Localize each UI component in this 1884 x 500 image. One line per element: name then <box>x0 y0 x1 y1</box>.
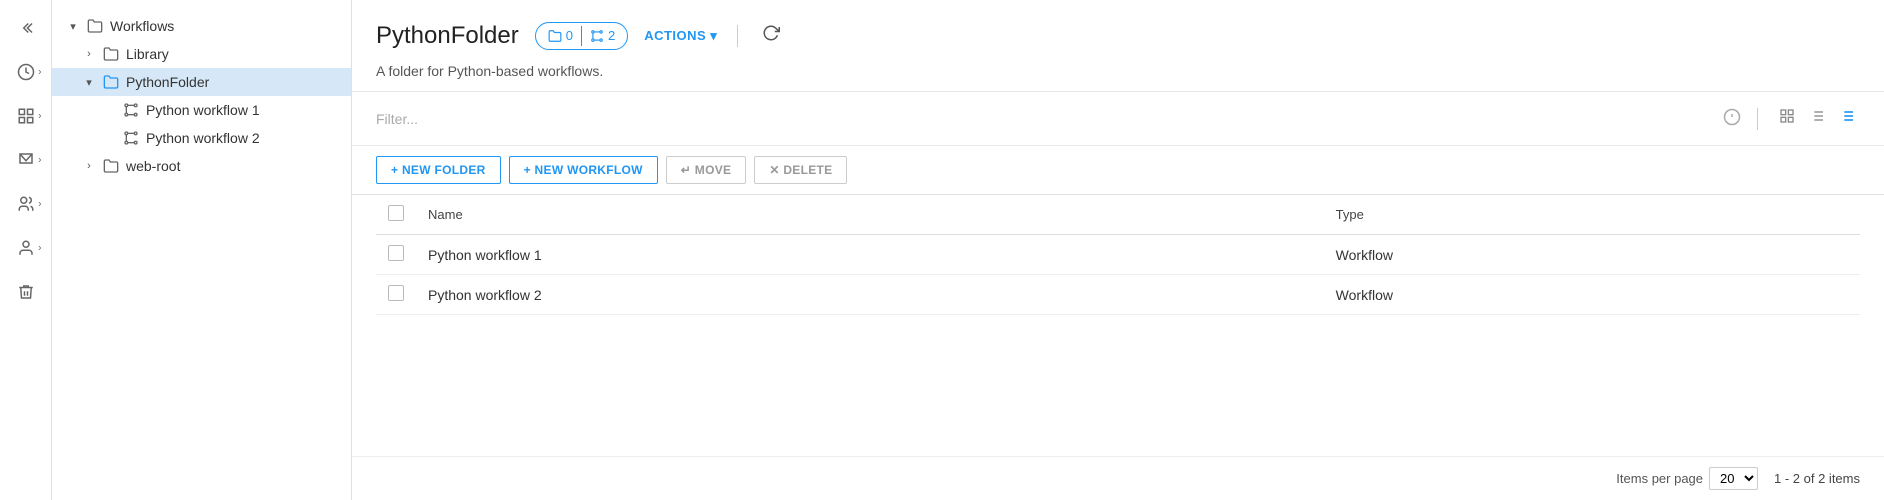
type-column-header: Type <box>1324 195 1860 235</box>
row-select-cell[interactable] <box>376 235 416 275</box>
row-select-cell[interactable] <box>376 275 416 315</box>
refresh-button[interactable] <box>758 20 784 51</box>
expand-pythonfolder-icon: ▾ <box>80 73 98 91</box>
collapse-icon[interactable] <box>8 10 44 46</box>
view-controls <box>1774 104 1860 133</box>
new-folder-button[interactable]: + NEW FOLDER <box>376 156 501 184</box>
folder-icon <box>102 157 120 175</box>
chevron-down-icon: ▾ <box>710 28 717 44</box>
items-per-page-label: Items per page <box>1616 471 1703 486</box>
delete-button[interactable]: ✕ DELETE <box>754 156 847 184</box>
table-container: Name Type Python workflow 1 Workflow Pyt… <box>352 195 1884 456</box>
sidebar-item-label: PythonFolder <box>126 74 343 90</box>
new-workflow-button[interactable]: + NEW WORKFLOW <box>509 156 658 184</box>
page-title: PythonFolder <box>376 22 519 50</box>
folder-count: 0 <box>548 28 573 43</box>
items-per-page-select[interactable]: 20 <box>1709 467 1758 490</box>
table-row: Python workflow 2 Workflow <box>376 275 1860 315</box>
row-checkbox[interactable] <box>388 245 404 261</box>
group-icon[interactable]: › <box>8 186 44 222</box>
header-separator <box>737 25 738 47</box>
sidebar-item-python-workflow-2[interactable]: › Python workflow 2 <box>52 124 351 152</box>
filter-area <box>352 92 1884 146</box>
workflow-icon <box>122 129 140 147</box>
trash-icon[interactable] <box>8 274 44 310</box>
row-name: Python workflow 2 <box>416 275 1324 315</box>
sidebar-item-label: Library <box>126 46 343 62</box>
filter-separator <box>1757 108 1758 130</box>
subtitle: A folder for Python-based workflows. <box>376 57 1860 91</box>
row-name: Python workflow 1 <box>416 235 1324 275</box>
row-type: Workflow <box>1324 235 1860 275</box>
sidebar-item-label: web-root <box>126 158 343 174</box>
content-header: PythonFolder 0 2 ACTIONS ▾ A f <box>352 0 1884 92</box>
folder-icon <box>102 45 120 63</box>
grid-view-button[interactable] <box>1774 104 1800 133</box>
user-icon[interactable]: › <box>8 230 44 266</box>
detail-view-button[interactable] <box>1834 104 1860 133</box>
items-per-page-control: Items per page 20 <box>1616 467 1758 490</box>
sidebar-item-web-root[interactable]: › web-root <box>52 152 351 180</box>
table-header-row: Name Type <box>376 195 1860 235</box>
main-content: PythonFolder 0 2 ACTIONS ▾ A f <box>352 0 1884 500</box>
sidebar-item-label: Workflows <box>110 18 343 34</box>
sidebar-item-workflows[interactable]: ▾ Workflows <box>52 12 351 40</box>
table-row: Python workflow 1 Workflow <box>376 235 1860 275</box>
expand-library-icon: › <box>80 45 98 63</box>
folder-icon <box>86 17 104 35</box>
sidebar-item-pythonfolder[interactable]: ▾ PythonFolder <box>52 68 351 96</box>
list-view-button[interactable] <box>1804 104 1830 133</box>
expand-webroot-icon: › <box>80 157 98 175</box>
sidebar-item-library[interactable]: › Library <box>52 40 351 68</box>
history-icon[interactable]: › <box>8 54 44 90</box>
library-icon[interactable]: › <box>8 98 44 134</box>
sidebar-item-python-workflow-1[interactable]: › Python workflow 1 <box>52 96 351 124</box>
info-icon[interactable] <box>1723 108 1741 129</box>
page-info: 1 - 2 of 2 items <box>1774 471 1860 486</box>
sidebar: ▾ Workflows › Library ▾ PythonFolder › P… <box>52 0 352 500</box>
items-table: Name Type Python workflow 1 Workflow Pyt… <box>376 195 1860 315</box>
workflow-icon <box>122 101 140 119</box>
folder-icon <box>102 73 120 91</box>
row-checkbox[interactable] <box>388 285 404 301</box>
select-all-header[interactable] <box>376 195 416 235</box>
badge-divider <box>581 26 582 46</box>
row-type: Workflow <box>1324 275 1860 315</box>
actions-button[interactable]: ACTIONS ▾ <box>644 28 717 44</box>
name-column-header: Name <box>416 195 1324 235</box>
filter-input[interactable] <box>376 111 1711 127</box>
icon-bar: › › › › › <box>0 0 52 500</box>
table-body: Python workflow 1 Workflow Python workfl… <box>376 235 1860 315</box>
expand-workflows-icon: ▾ <box>64 17 82 35</box>
sidebar-item-label: Python workflow 1 <box>146 102 343 118</box>
select-all-checkbox[interactable] <box>388 205 404 221</box>
toolbar: + NEW FOLDER + NEW WORKFLOW ↵ MOVE ✕ DEL… <box>352 146 1884 195</box>
messages-icon[interactable]: › <box>8 142 44 178</box>
workflow-count: 2 <box>590 28 615 43</box>
table-footer: Items per page 20 1 - 2 of 2 items <box>352 456 1884 500</box>
move-button[interactable]: ↵ MOVE <box>666 156 747 184</box>
folder-badge: 0 2 <box>535 22 628 50</box>
sidebar-item-label: Python workflow 2 <box>146 130 343 146</box>
